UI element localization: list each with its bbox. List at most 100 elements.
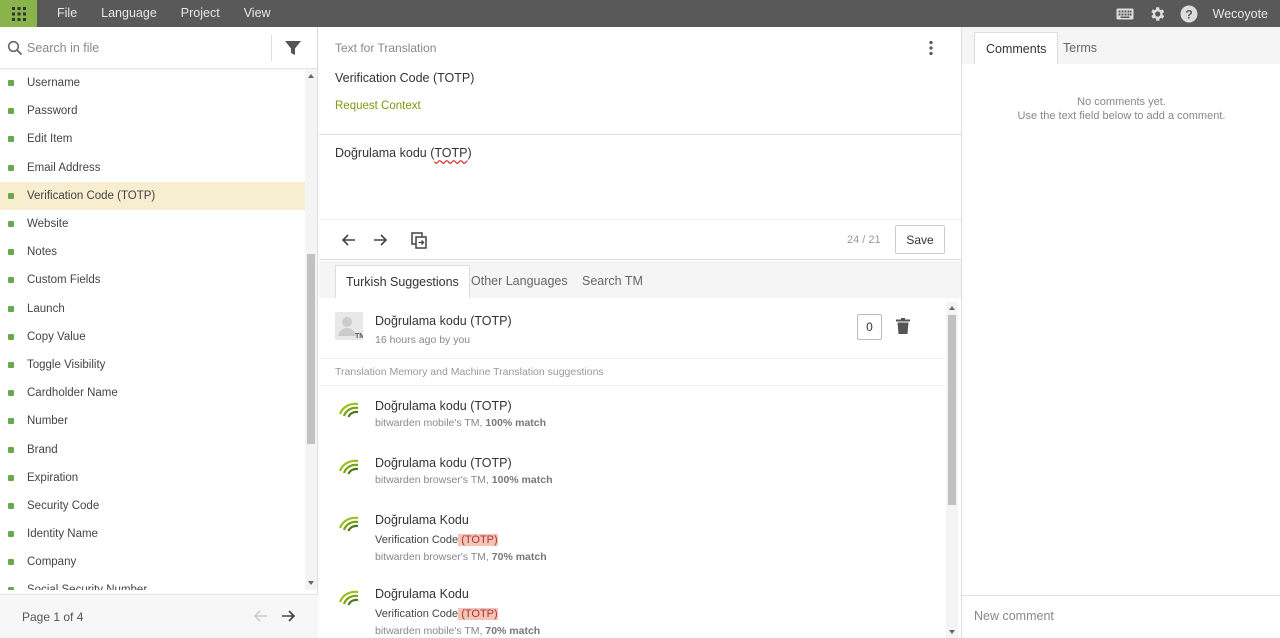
suggestions-scrollbar[interactable]: [946, 302, 958, 638]
arrow-left-icon[interactable]: [252, 607, 270, 625]
tm-suggestion-item[interactable]: Doğrulama Kodu Verification Code (TOTP) bi…: [319, 501, 945, 575]
menu-language[interactable]: Language: [89, 0, 169, 27]
apps-grid-button[interactable]: [0, 0, 37, 27]
tab-comments[interactable]: Comments: [974, 32, 1059, 64]
user-menu[interactable]: Wecoyote: [1205, 7, 1280, 21]
string-list-item-label: Identity Name: [27, 528, 98, 541]
user-icon: TM: [338, 317, 365, 340]
tab-terms[interactable]: Terms: [1052, 32, 1108, 64]
tm-source-diff: Verification Code (TOTP): [375, 608, 498, 620]
main-menu: File Language Project View: [45, 0, 283, 27]
string-list-item[interactable]: Custom Fields: [0, 266, 305, 294]
menu-file[interactable]: File: [45, 0, 89, 27]
character-count: 24 / 21: [847, 234, 881, 246]
status-dot: [8, 136, 14, 143]
string-list-item[interactable]: Email Address: [0, 154, 305, 182]
status-dot: [8, 277, 14, 284]
arrow-right-icon[interactable]: [279, 607, 297, 625]
string-list-item[interactable]: Username: [0, 69, 305, 97]
tm-section-title: Translation Memory and Machine Translati…: [335, 366, 604, 378]
tab-other-languages[interactable]: Other Languages: [461, 265, 578, 298]
comment-input[interactable]: [974, 609, 1264, 623]
tm-source-diff-text: Verification Code: [375, 608, 459, 620]
string-list-item[interactable]: Copy Value: [0, 323, 305, 351]
settings-button[interactable]: [1141, 0, 1173, 27]
string-list-item-label: Expiration: [27, 471, 79, 484]
tm-source-diff-text: Verification Code: [375, 534, 459, 546]
string-list-item-label: Launch: [27, 302, 65, 315]
string-list-item[interactable]: Security Code: [0, 492, 305, 520]
string-list-item-label: Email Address: [27, 161, 101, 174]
copy-source-icon[interactable]: [410, 231, 428, 249]
spellcheck-flagged-word: TOTP: [434, 146, 468, 160]
suggestion-meta: 16 hours ago by you: [375, 334, 471, 346]
scroll-up-arrow[interactable]: [949, 306, 955, 310]
string-list-scrollbar[interactable]: [305, 69, 317, 590]
status-dot: [8, 418, 14, 425]
string-list-item[interactable]: Expiration: [0, 464, 305, 492]
suggestions-area: TM Doğrulama kodu (TOTP) 16 hours ago by…: [319, 298, 961, 638]
search-input[interactable]: [27, 40, 257, 55]
own-suggestion[interactable]: TM Doğrulama kodu (TOTP) 16 hours ago by…: [319, 298, 945, 359]
scroll-down-arrow[interactable]: [949, 630, 955, 634]
status-dot: [8, 333, 14, 340]
tm-source-name: bitwarden browser's TM,: [375, 551, 492, 563]
scroll-down-arrow[interactable]: [308, 581, 314, 585]
string-list-item[interactable]: Toggle Visibility: [0, 351, 305, 379]
string-list-item[interactable]: Website: [0, 210, 305, 238]
help-icon: ?: [1180, 5, 1198, 22]
source-string-box: Text for Translation Verification Code (…: [319, 27, 961, 135]
help-button[interactable]: ?: [1173, 0, 1205, 27]
string-list-item[interactable]: Launch: [0, 295, 305, 323]
tm-section-header: Translation Memory and Machine Translati…: [319, 359, 945, 386]
tm-match-percent: 70% match: [485, 625, 541, 637]
filter-icon[interactable]: [284, 39, 302, 57]
string-list-item[interactable]: Notes: [0, 238, 305, 266]
keyboard-shortcuts-button[interactable]: [1109, 0, 1141, 27]
comments-panel: Comments Terms No comments yet. Use the …: [961, 27, 1280, 638]
tab-search-tm[interactable]: Search TM: [572, 265, 653, 298]
menu-view[interactable]: View: [232, 0, 283, 27]
tm-suggestion-meta: bitwarden browser's TM, 70% match: [375, 551, 547, 563]
string-list-item[interactable]: Identity Name: [0, 520, 305, 548]
string-list-item-label: Custom Fields: [27, 274, 101, 287]
string-list-item[interactable]: Cardholder Name: [0, 379, 305, 407]
string-list-item[interactable]: Social Security Number: [0, 576, 305, 590]
tm-suggestion-text: Doğrulama kodu (TOTP): [375, 399, 512, 413]
string-list-item[interactable]: Password: [0, 97, 305, 125]
menu-project[interactable]: Project: [169, 0, 232, 27]
string-list-item[interactable]: Verification Code (TOTP): [0, 181, 305, 210]
top-right-controls: ? Wecoyote: [1109, 0, 1280, 27]
editor-panel: Text for Translation Verification Code (…: [319, 27, 961, 638]
empty-comments-line-1: No comments yet.: [1077, 96, 1166, 108]
string-list-item[interactable]: Number: [0, 407, 305, 435]
arrow-left-icon[interactable]: [340, 231, 358, 249]
trash-icon[interactable]: [896, 318, 910, 334]
tm-suggestion-item[interactable]: Doğrulama kodu (TOTP) bitwarden browser's…: [319, 444, 945, 501]
save-button[interactable]: Save: [895, 225, 945, 254]
scroll-thumb[interactable]: [948, 315, 956, 505]
arrow-right-icon[interactable]: [371, 231, 389, 249]
tm-match-percent: 100% match: [485, 417, 547, 429]
scroll-thumb[interactable]: [307, 254, 315, 444]
tm-suggestion-item[interactable]: Doğrulama Kodu Verification Code (TOTP) bi…: [319, 575, 945, 638]
translation-text[interactable]: Doğrulama kodu (TOTP): [335, 146, 472, 160]
string-list-item[interactable]: Edit Item: [0, 125, 305, 153]
more-options-icon[interactable]: [926, 40, 936, 56]
request-context-link[interactable]: Request Context: [335, 100, 421, 112]
tm-suggestion-item[interactable]: Doğrulama kodu (TOTP) bitwarden mobile's …: [319, 387, 945, 444]
divider: [271, 35, 272, 61]
svg-text:TM: TM: [355, 333, 363, 340]
string-list-item-label: Cardholder Name: [27, 387, 118, 400]
tm-source-name: bitwarden mobile's TM,: [375, 417, 486, 429]
scroll-up-arrow[interactable]: [308, 74, 314, 78]
translation-input[interactable]: Doğrulama kodu (TOTP): [319, 136, 961, 220]
crowdin-tm-icon: [338, 402, 359, 418]
suggestions-list: TM Doğrulama kodu (TOTP) 16 hours ago by…: [319, 298, 945, 638]
vote-count[interactable]: 0: [857, 314, 882, 340]
tab-turkish-suggestions[interactable]: Turkish Suggestions: [335, 265, 470, 298]
status-dot: [8, 446, 14, 453]
string-list-item[interactable]: Brand: [0, 435, 305, 463]
tm-source-diff: Verification Code (TOTP): [375, 534, 498, 546]
string-list-item[interactable]: Company: [0, 548, 305, 576]
